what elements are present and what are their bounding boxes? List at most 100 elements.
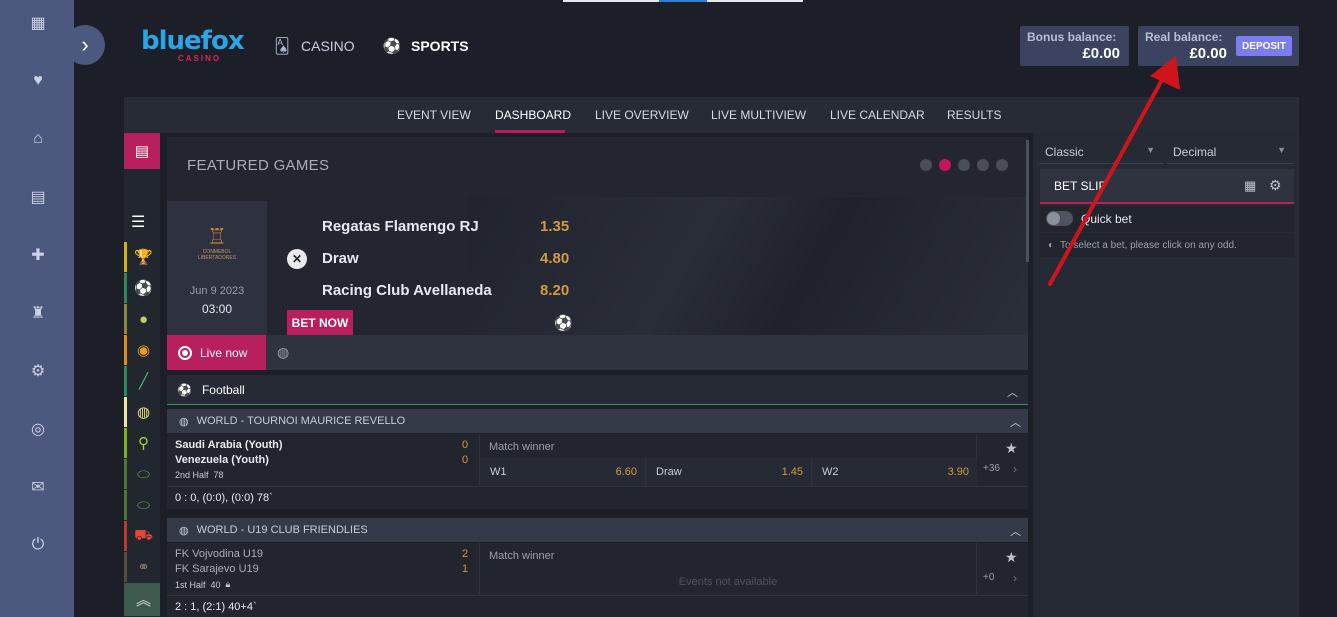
settings-icon[interactable]: ⚙ [27, 360, 49, 382]
target-icon[interactable]: ◎ [27, 418, 49, 440]
globe-icon: ◍ [179, 415, 189, 428]
tab-live-multiview[interactable]: LIVE MULTIVIEW [711, 108, 806, 122]
globe-icon[interactable]: ◍ [277, 344, 289, 361]
star-icon[interactable]: ★ [1005, 440, 1018, 457]
scroll-up-icon[interactable]: ︽ [124, 583, 160, 616]
live-now-label: Live now [200, 345, 248, 360]
match-period: 2nd Half 78 [175, 470, 224, 480]
betslip-title: BET SLIP [1054, 179, 1107, 193]
left-rail: ▦ ♥ ⌂ ▤ ✚ ♜ ⚙ ◎ ✉ ⏻ [0, 0, 74, 617]
more-markets[interactable]: +0 [983, 572, 994, 583]
basketball-icon[interactable]: ◉ [124, 335, 160, 365]
chevron-right-icon[interactable]: › [1013, 571, 1017, 585]
tab-results[interactable]: RESULTS [947, 108, 1001, 122]
match-minute: 78 [213, 470, 224, 480]
odds-type-select[interactable]: Decimal ▼ [1167, 140, 1294, 164]
league-name: WORLD - U19 CLUB FRIENDLIES [196, 524, 368, 536]
period-label: 1st Half [175, 579, 206, 590]
american-football-icon[interactable]: ⬭ [124, 490, 160, 520]
dashboard-icon[interactable]: ▦ [27, 12, 49, 34]
odd-w1[interactable]: W1 6.60 [479, 458, 645, 486]
featured-odd-draw[interactable]: 4.80 [540, 250, 569, 267]
gear-icon[interactable]: ⚙ [1269, 177, 1282, 194]
league-header[interactable]: ◍ WORLD - U19 CLUB FRIENDLIES ︿ [167, 518, 1028, 542]
chat-icon[interactable]: ✉ [27, 476, 49, 498]
table-tennis-icon[interactable]: ⚲ [124, 428, 160, 458]
tab-live-calendar[interactable]: LIVE CALENDAR [830, 108, 925, 122]
featured-odd-home[interactable]: 1.35 [540, 218, 569, 235]
bonus-balance-value: £0.00 [1082, 45, 1120, 62]
chevron-right-icon: › [81, 32, 89, 57]
scrollbar[interactable] [1026, 140, 1029, 262]
carousel-dot[interactable] [958, 159, 970, 171]
featured-team-away[interactable]: Racing Club Avellaneda [322, 282, 492, 299]
odd-w2[interactable]: W2 3.90 [811, 458, 977, 486]
tab-live-overview[interactable]: LIVE OVERVIEW [595, 108, 689, 122]
more-markets[interactable]: +36 [983, 463, 1000, 474]
football-icon[interactable]: ⚽ [124, 273, 160, 303]
tab-event-view[interactable]: EVENT VIEW [397, 108, 471, 122]
featured-team-home[interactable]: Regatas Flamengo RJ [322, 218, 479, 235]
chevron-right-icon[interactable]: › [1013, 462, 1017, 476]
list-view-button[interactable]: ▤ [124, 133, 160, 169]
odds-format-select[interactable]: Classic ▼ [1039, 140, 1163, 164]
tennis-icon[interactable]: ● [124, 304, 160, 334]
rugby-icon[interactable]: ⬭ [124, 459, 160, 489]
info-icon: ◐ [1048, 239, 1055, 251]
menu-icon[interactable]: ☰ [131, 212, 151, 231]
match-row[interactable]: FK Vojvodina U19 FK Sarajevo U19 2 1 1st… [167, 543, 1028, 596]
bet-now-button[interactable]: BET NOW [287, 310, 353, 335]
team-home: Saudi Arabia (Youth) [175, 439, 283, 451]
betslip-hint: ◐ To select a bet, please click on any o… [1040, 233, 1294, 257]
deposit-button[interactable]: DEPOSIT [1236, 36, 1292, 56]
featured-draw[interactable]: Draw [322, 250, 359, 267]
odd-draw[interactable]: Draw 1.45 [645, 458, 811, 486]
quick-bet-row: Quick bet [1040, 206, 1294, 232]
tab-dashboard[interactable]: DASHBOARD [495, 108, 571, 122]
calculator-icon[interactable]: ▦ [1244, 178, 1256, 194]
sport-header[interactable]: ⚽ Football ︿ [167, 375, 1028, 405]
odd-value: 1.45 [781, 466, 803, 478]
quick-bet-toggle[interactable] [1046, 211, 1073, 226]
casino-link[interactable]: 🂡 CASINO [273, 37, 355, 55]
cycling-icon[interactable]: ⚭ [124, 552, 160, 582]
trophy-icon[interactable]: ♜ [27, 302, 49, 324]
star-icon[interactable]: ★ [1005, 549, 1018, 566]
bluefox-logo[interactable]: bluefox CASINO [141, 28, 245, 68]
chevron-up-icon[interactable]: ︿ [1010, 414, 1021, 430]
chevron-down-icon: ▼ [1277, 145, 1286, 155]
match-period: 1st Half 40 🔒︎ [175, 579, 230, 590]
top-strip-right [707, 0, 803, 2]
volleyball-icon[interactable]: ◍ [124, 397, 160, 427]
featured-time: 03:00 [201, 302, 233, 316]
close-icon[interactable]: ✕ [287, 249, 307, 269]
live-bar: Live now ◍ [167, 335, 1028, 370]
betslip-hint-text: To select a bet, please click on any odd… [1060, 239, 1237, 251]
chevron-up-icon[interactable]: ︿ [1007, 384, 1018, 400]
top-strip-mid [659, 0, 707, 2]
league-header[interactable]: ◍ WORLD - TOURNOI MAURICE REVELLO ︿ [167, 409, 1028, 433]
expand-menu-button[interactable]: › [65, 25, 105, 65]
chevron-up-icon[interactable]: ︿ [1010, 523, 1021, 539]
real-balance-value: £0.00 [1189, 45, 1227, 62]
carousel-dot-active[interactable] [939, 159, 951, 171]
featured-odd-away[interactable]: 8.20 [540, 282, 569, 299]
active-tab-indicator [495, 130, 565, 133]
bank-icon[interactable]: ⌂ [27, 128, 49, 150]
carousel-dot[interactable] [920, 159, 932, 171]
casino-label: CASINO [301, 38, 355, 54]
heart-icon[interactable]: ♥ [27, 70, 49, 92]
sports-link[interactable]: ⚽ SPORTS [383, 37, 469, 55]
match-row[interactable]: Saudi Arabia (Youth) Venezuela (Youth) 0… [167, 434, 1028, 487]
bonus-balance: Bonus balance: £0.00 [1020, 26, 1129, 66]
live-now-button[interactable]: Live now [167, 335, 266, 370]
trophy-icon[interactable]: 🏆 [124, 242, 160, 272]
team-away: Venezuela (Youth) [175, 454, 269, 466]
f1-icon[interactable]: ⛟ [124, 521, 160, 551]
carousel-dot[interactable] [996, 159, 1008, 171]
hockey-icon[interactable]: ╱ [124, 366, 160, 396]
gift-icon[interactable]: ✚ [27, 244, 49, 266]
slot-icon[interactable]: ▤ [27, 186, 49, 208]
logout-icon[interactable]: ⏻ [27, 534, 49, 556]
carousel-dot[interactable] [977, 159, 989, 171]
